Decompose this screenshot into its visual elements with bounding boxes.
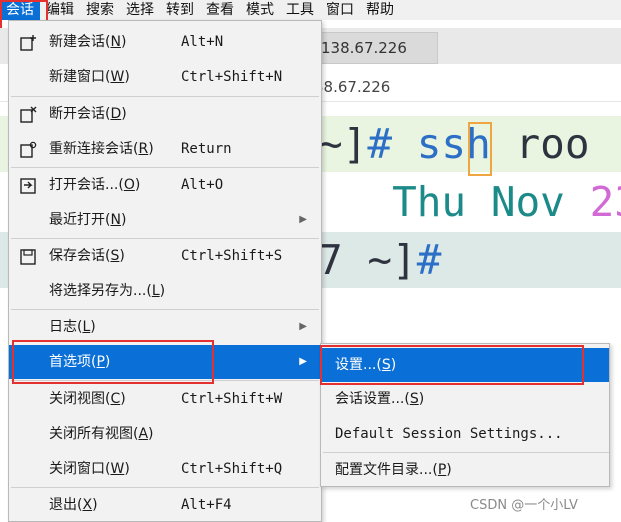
menu-item-new-window[interactable]: 新建窗口(W) Ctrl+Shift+N bbox=[9, 60, 321, 94]
menu-item-label: 重新连接会话(R) bbox=[49, 141, 154, 157]
submenu-arrow-icon: ▶ bbox=[299, 321, 307, 332]
menu-item-shortcut: Ctrl+Shift+S bbox=[181, 248, 283, 264]
watermark: CSDN @一个小LV bbox=[470, 498, 578, 513]
reconnect-icon bbox=[19, 141, 37, 159]
session-menu: 新建会话(N) Alt+N 新建窗口(W) Ctrl+Shift+N 断开会话(… bbox=[8, 20, 322, 522]
submenu-item-label: 设置...(S) bbox=[335, 357, 397, 373]
preferences-submenu: 设置...(S) 会话设置...(S) Default Session Sett… bbox=[320, 343, 610, 487]
menu-item-new-session[interactable]: 新建会话(N) Alt+N bbox=[9, 25, 321, 59]
menu-item-shortcut: Return bbox=[181, 141, 232, 157]
menu-help[interactable]: 帮助 bbox=[360, 0, 400, 20]
session-tab[interactable]: 138.67.226 bbox=[310, 32, 438, 64]
terminal-text: Nov bbox=[490, 178, 565, 226]
terminal-text: roo bbox=[515, 120, 590, 168]
menu-item-label: 日志(L) bbox=[49, 319, 96, 335]
menu-item-close-view[interactable]: 关闭视图(C) Ctrl+Shift+W bbox=[9, 382, 321, 416]
menu-separator bbox=[11, 380, 319, 381]
menu-item-disconnect[interactable]: 断开会话(D) bbox=[9, 97, 321, 131]
terminal-text: ~] bbox=[318, 120, 368, 168]
menu-item-exit[interactable]: 退出(X) Alt+F4 bbox=[9, 488, 321, 522]
menu-item-recent[interactable]: 最近打开(N) ▶ bbox=[9, 203, 321, 237]
menu-edit[interactable]: 编辑 bbox=[40, 0, 80, 20]
new-session-icon bbox=[19, 34, 37, 52]
menu-item-label: 关闭窗口(W) bbox=[49, 461, 130, 477]
menu-search[interactable]: 搜索 bbox=[80, 0, 120, 20]
menu-item-save-selection-as[interactable]: 将选择另存为...(L) bbox=[9, 274, 321, 308]
menu-item-shortcut: Alt+N bbox=[181, 34, 224, 50]
open-session-icon bbox=[19, 177, 37, 195]
menu-item-open-session[interactable]: 打开会话...(O) Alt+O bbox=[9, 168, 321, 202]
menu-item-shortcut: Alt+O bbox=[181, 177, 224, 193]
menu-item-reconnect[interactable]: 重新连接会话(R) Return bbox=[9, 132, 321, 166]
submenu-arrow-icon: ▶ bbox=[299, 214, 307, 225]
menubar: 会话 编辑 搜索 选择 转到 查看 模式 工具 窗口 帮助 bbox=[0, 0, 621, 20]
menu-mode[interactable]: 模式 bbox=[240, 0, 280, 20]
submenu-item-settings[interactable]: 设置...(S) bbox=[321, 348, 609, 382]
menu-item-close-window[interactable]: 关闭窗口(W) Ctrl+Shift+Q bbox=[9, 452, 321, 486]
menu-item-label: 退出(X) bbox=[49, 497, 98, 513]
menu-view[interactable]: 查看 bbox=[200, 0, 240, 20]
menu-item-close-all-views[interactable]: 关闭所有视图(A) bbox=[9, 417, 321, 451]
disconnect-icon bbox=[19, 106, 37, 124]
menu-session[interactable]: 会话 bbox=[0, 0, 40, 20]
menu-window[interactable]: 窗口 bbox=[320, 0, 360, 20]
terminal-text: # bbox=[367, 120, 393, 168]
save-icon bbox=[19, 248, 37, 266]
menu-item-shortcut: Ctrl+Shift+W bbox=[181, 391, 283, 407]
menu-item-label: 保存会话(S) bbox=[49, 248, 125, 264]
menu-item-save-session[interactable]: 保存会话(S) Ctrl+Shift+S bbox=[9, 239, 321, 273]
submenu-item-label: 配置文件目录...(P) bbox=[335, 462, 452, 478]
terminal-text: # bbox=[416, 236, 442, 284]
submenu-item-default-session-settings[interactable]: Default Session Settings... bbox=[321, 417, 609, 451]
menu-item-label: 将选择另存为...(L) bbox=[49, 283, 166, 299]
menu-item-label: 新建会话(N) bbox=[49, 34, 127, 50]
menu-item-shortcut: Ctrl+Shift+N bbox=[181, 69, 283, 85]
terminal-text: 23 bbox=[589, 178, 621, 226]
menu-item-label: 首选项(P) bbox=[49, 354, 111, 370]
menu-item-shortcut: Ctrl+Shift+Q bbox=[181, 461, 283, 477]
submenu-item-label: 会话设置...(S) bbox=[335, 391, 425, 407]
menu-item-label: 新建窗口(W) bbox=[49, 69, 130, 85]
terminal-cursor bbox=[468, 122, 492, 176]
menu-select[interactable]: 选择 bbox=[120, 0, 160, 20]
submenu-item-label: Default Session Settings... bbox=[335, 426, 563, 442]
menu-item-label: 最近打开(N) bbox=[49, 212, 127, 228]
menu-item-shortcut: Alt+F4 bbox=[181, 497, 232, 513]
menu-item-preferences[interactable]: 首选项(P) ▶ bbox=[9, 345, 321, 379]
menu-item-label: 关闭所有视图(A) bbox=[49, 426, 154, 442]
submenu-item-session-settings[interactable]: 会话设置...(S) bbox=[321, 382, 609, 416]
terminal-text: 7 ~] bbox=[318, 236, 417, 284]
menu-tools[interactable]: 工具 bbox=[280, 0, 320, 20]
menu-item-log[interactable]: 日志(L) ▶ bbox=[9, 310, 321, 344]
submenu-item-config-folder[interactable]: 配置文件目录...(P) bbox=[321, 453, 609, 487]
menu-item-label: 关闭视图(C) bbox=[49, 391, 126, 407]
menu-goto[interactable]: 转到 bbox=[160, 0, 200, 20]
menu-item-label: 断开会话(D) bbox=[49, 106, 127, 122]
menu-item-label: 打开会话...(O) bbox=[49, 177, 141, 193]
terminal-text: Thu bbox=[392, 178, 467, 226]
submenu-arrow-icon: ▶ bbox=[299, 356, 307, 367]
